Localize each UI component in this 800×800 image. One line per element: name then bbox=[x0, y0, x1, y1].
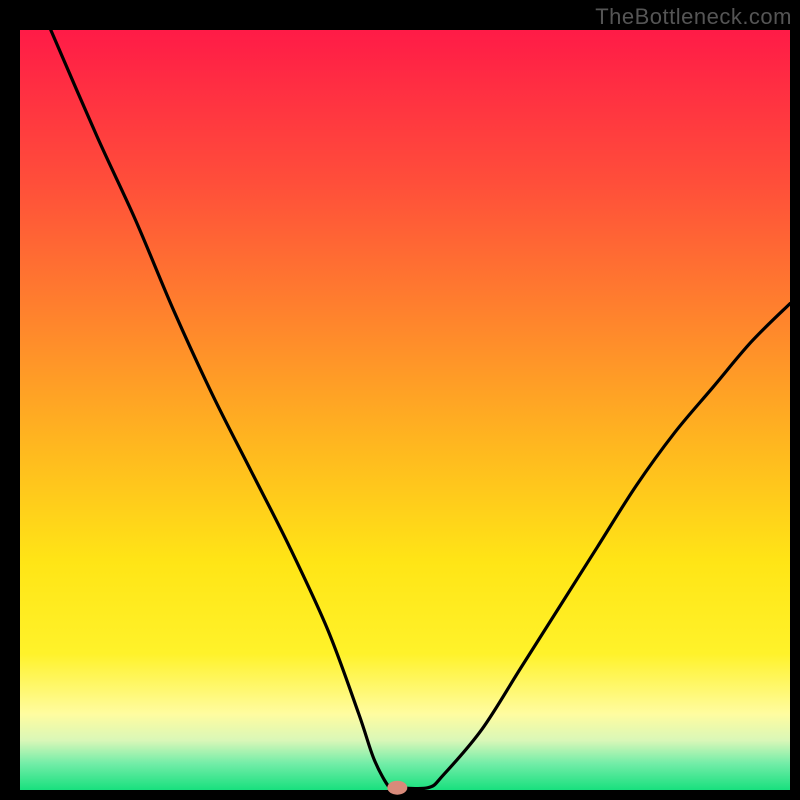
bottleneck-chart bbox=[0, 0, 800, 800]
optimal-marker bbox=[387, 781, 407, 795]
plot-background bbox=[20, 30, 790, 790]
watermark-label: TheBottleneck.com bbox=[595, 4, 792, 30]
chart-frame: TheBottleneck.com bbox=[0, 0, 800, 800]
